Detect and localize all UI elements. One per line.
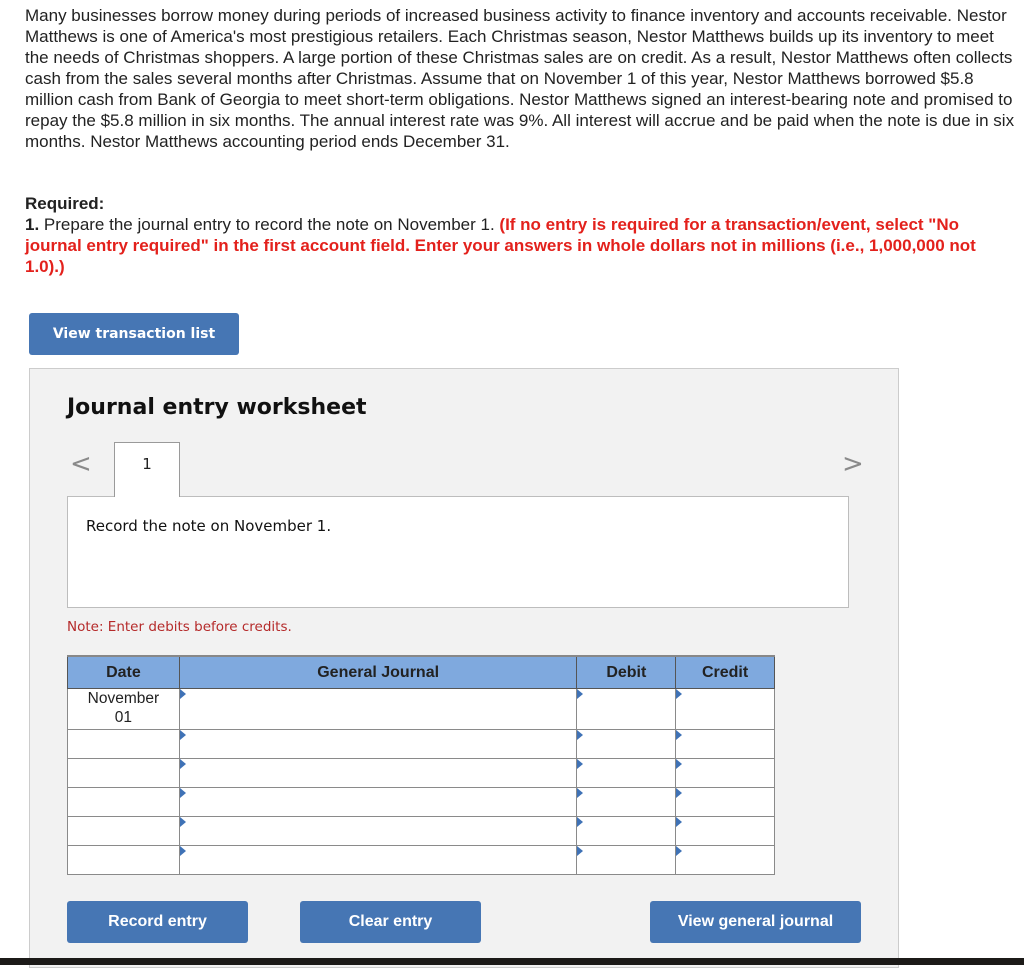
journal-row <box>67 729 775 759</box>
debit-input[interactable] <box>577 846 676 874</box>
account-input-cell[interactable] <box>178 758 578 788</box>
required-title: Required: <box>25 194 105 213</box>
required-instruction: Prepare the journal entry to record the … <box>39 215 500 234</box>
journal-row <box>67 758 775 788</box>
journal-row <box>67 787 775 817</box>
account-input[interactable] <box>179 788 577 816</box>
required-number: 1. <box>25 215 40 234</box>
credit-input[interactable] <box>676 846 774 874</box>
credit-input[interactable] <box>676 817 774 845</box>
debit-input-cell[interactable] <box>576 787 677 817</box>
credit-input[interactable] <box>676 788 774 816</box>
debit-input-cell[interactable] <box>576 816 677 846</box>
journal-row <box>67 816 775 846</box>
debit-input[interactable] <box>577 788 676 816</box>
account-input[interactable] <box>179 759 577 787</box>
debit-input-cell[interactable] <box>576 758 677 788</box>
header-credit: Credit <box>675 655 775 689</box>
transaction-description: Record the note on November 1. <box>86 517 332 535</box>
view-general-journal-button[interactable]: View general journal <box>650 901 861 943</box>
background-strip <box>0 958 1024 965</box>
account-input-cell[interactable] <box>178 688 578 730</box>
credit-input-cell[interactable] <box>675 816 775 846</box>
account-input[interactable] <box>179 730 577 758</box>
credit-input-cell[interactable] <box>675 729 775 759</box>
journal-entry-worksheet: Journal entry worksheet < > 1 Record the… <box>29 368 899 968</box>
transaction-description-box: Record the note on November 1. <box>67 496 849 608</box>
problem-statement: Many businesses borrow money during peri… <box>25 6 1015 151</box>
worksheet-title: Journal entry worksheet <box>67 395 367 420</box>
debit-input[interactable] <box>577 817 676 845</box>
view-transaction-list-button[interactable]: View transaction list <box>29 313 239 355</box>
journal-row: November 01 <box>67 688 775 730</box>
debit-input-cell[interactable] <box>576 729 677 759</box>
date-cell <box>67 816 180 846</box>
date-cell <box>67 787 180 817</box>
account-input-cell[interactable] <box>178 729 578 759</box>
header-date: Date <box>67 655 180 689</box>
date-cell <box>67 758 180 788</box>
header-debit: Debit <box>576 655 677 689</box>
account-input-cell[interactable] <box>178 845 578 875</box>
chevron-left-icon[interactable]: < <box>70 451 92 477</box>
credit-input[interactable] <box>676 730 774 758</box>
account-input[interactable] <box>179 846 577 874</box>
clear-entry-button[interactable]: Clear entry <box>300 901 481 943</box>
credit-input-cell[interactable] <box>675 787 775 817</box>
date-cell <box>67 729 180 759</box>
record-entry-button[interactable]: Record entry <box>67 901 248 943</box>
account-input-cell[interactable] <box>178 816 578 846</box>
credit-input-cell[interactable] <box>675 845 775 875</box>
debit-input[interactable] <box>577 689 676 729</box>
date-cell: November 01 <box>67 688 180 730</box>
account-input-cell[interactable] <box>178 787 578 817</box>
account-input[interactable] <box>179 817 577 845</box>
debits-credits-note: Note: Enter debits before credits. <box>67 619 292 635</box>
journal-table: Date General Journal Debit Credit Novemb… <box>67 655 775 875</box>
journal-header-row: Date General Journal Debit Credit <box>67 655 775 689</box>
debit-input[interactable] <box>577 730 676 758</box>
account-input[interactable] <box>179 689 577 729</box>
debit-input[interactable] <box>577 759 676 787</box>
credit-input-cell[interactable] <box>675 688 775 730</box>
credit-input[interactable] <box>676 759 774 787</box>
chevron-right-icon[interactable]: > <box>842 451 864 477</box>
tab-1[interactable]: 1 <box>114 442 180 497</box>
debit-input-cell[interactable] <box>576 688 677 730</box>
debit-input-cell[interactable] <box>576 845 677 875</box>
header-general-journal: General Journal <box>178 655 578 689</box>
journal-row <box>67 845 775 875</box>
credit-input[interactable] <box>676 689 774 729</box>
credit-input-cell[interactable] <box>675 758 775 788</box>
required-section: Required: 1. Prepare the journal entry t… <box>25 193 1015 277</box>
date-cell <box>67 845 180 875</box>
